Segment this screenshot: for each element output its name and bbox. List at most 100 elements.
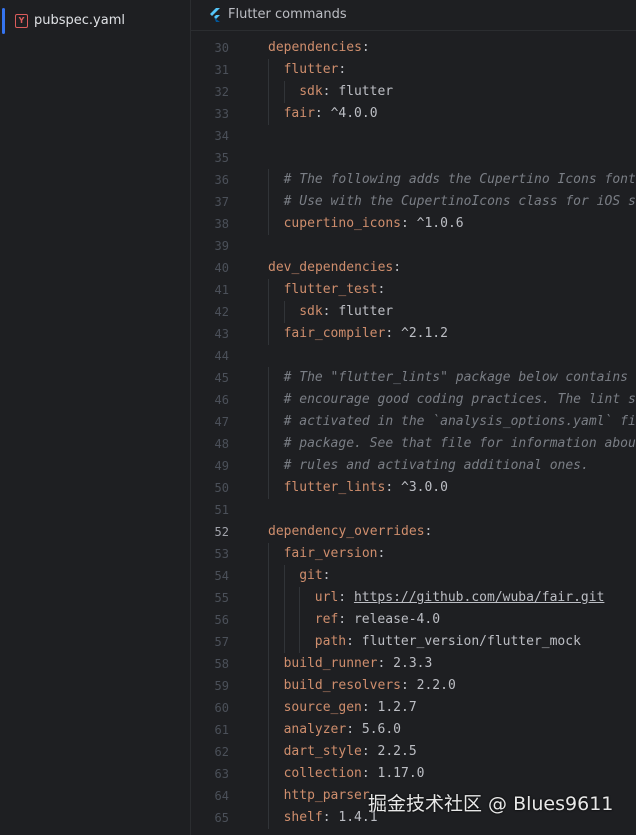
line-number: 50 [214, 481, 229, 495]
yaml-value: 5.6.0 [361, 722, 402, 737]
indent-guide [268, 631, 269, 653]
yaml-key: build_runner [283, 656, 378, 671]
line-number: 56 [214, 613, 229, 627]
comment-text: # The following adds the Cupertino Icons… [283, 172, 636, 187]
indent-guide [299, 631, 301, 653]
yaml-key: analyzer [283, 722, 347, 737]
code-line[interactable]: 59 build_resolvers: 2.2.0 [191, 675, 636, 697]
indent-guide [268, 653, 269, 675]
code-line[interactable]: 47 # activated in the `analysis_options.y… [191, 411, 636, 433]
code-line[interactable]: 31 flutter: [191, 59, 636, 81]
code-line[interactable]: 38 cupertino_icons: ^1.0.6 [191, 213, 636, 235]
yaml-entry: flutter_test: [283, 282, 386, 297]
yaml-key: dart_style [283, 744, 362, 759]
indent-guide [283, 631, 285, 653]
comment-text: # encourage good coding practices. The l… [283, 392, 636, 407]
indent-guide [299, 609, 301, 631]
flutter-commands-label[interactable]: Flutter commands [228, 7, 347, 22]
line-number: 42 [214, 305, 229, 319]
indent-guide [268, 543, 269, 565]
code-line[interactable]: 48 # package. See that file for informati… [191, 433, 636, 455]
code-line[interactable]: 30 dependencies: [191, 37, 636, 59]
code-line[interactable]: 53 fair_version: [191, 543, 636, 565]
code-line[interactable]: 54 git: [191, 565, 636, 587]
code-line[interactable]: 32 sdk: flutter [191, 81, 636, 103]
code-line[interactable]: 43 fair_compiler: ^2.1.2 [191, 323, 636, 345]
yaml-entry: dev_dependencies: [268, 260, 402, 275]
code-lines[interactable]: 30 dependencies: 31 flutter: 32 sdk: flutter 3… [191, 37, 636, 829]
yaml-entry: fair_version: [283, 546, 386, 561]
line-number: 44 [214, 349, 229, 363]
code-line[interactable]: 62 dart_style: 2.2.5 [191, 741, 636, 763]
code-line[interactable]: 37 # Use with the CupertinoIcons class fo… [191, 191, 636, 213]
yaml-key: fair_version [283, 546, 378, 561]
code-line[interactable]: 56 ref: release-4.0 [191, 609, 636, 631]
code-line[interactable]: 35 [191, 147, 636, 169]
line-number: 60 [214, 701, 229, 715]
line-number: 64 [214, 789, 229, 803]
line-number: 35 [214, 151, 229, 165]
code-line[interactable]: 63 collection: 1.17.0 [191, 763, 636, 785]
code-line[interactable]: 55 url: https://github.com/wuba/fair.git [191, 587, 636, 609]
line-number: 57 [214, 635, 229, 649]
code-line[interactable]: 45 # The "flutter_lints" package below co… [191, 367, 636, 389]
yaml-entry: cupertino_icons: ^1.0.6 [283, 216, 464, 231]
line-number: 58 [214, 657, 229, 671]
code-line[interactable]: 49 # rules and activating additional ones… [191, 455, 636, 477]
yaml-value: 1.2.7 [377, 700, 417, 715]
file-item-pubspec[interactable]: Y pubspec.yaml [0, 8, 189, 34]
indent-guide [268, 389, 269, 411]
line-number: 36 [214, 173, 229, 187]
code-line[interactable]: 42 sdk: flutter [191, 301, 636, 323]
indent-guide [268, 323, 269, 345]
yaml-key: fair [283, 106, 315, 121]
line-number: 31 [214, 63, 229, 77]
code-line[interactable]: 39 [191, 235, 636, 257]
comment-text: # Use with the CupertinoIcons class for … [283, 194, 636, 209]
yaml-url-link[interactable]: https://github.com/wuba/fair.git [354, 590, 604, 605]
indent-guide [268, 565, 269, 587]
code-line[interactable]: 52 dependency_overrides: [191, 521, 636, 543]
yaml-entry: fair: ^4.0.0 [283, 106, 378, 121]
line-number: 53 [214, 547, 229, 561]
code-editor[interactable]: Flutter commands 30 dependencies: 31 flutte… [191, 0, 636, 835]
code-line[interactable]: 44 [191, 345, 636, 367]
code-line[interactable]: 61 analyzer: 5.6.0 [191, 719, 636, 741]
project-sidebar: Y pubspec.yaml [0, 0, 191, 835]
yaml-entry: analyzer: 5.6.0 [283, 722, 402, 737]
line-number: 61 [214, 723, 229, 737]
code-line[interactable]: 33 fair: ^4.0.0 [191, 103, 636, 125]
line-number: 51 [214, 503, 229, 517]
code-line[interactable]: 41 flutter_test: [191, 279, 636, 301]
line-number: 41 [214, 283, 229, 297]
indent-guide [268, 213, 269, 235]
indent-guide [268, 367, 269, 389]
yaml-entry: source_gen: 1.2.7 [283, 700, 417, 715]
yaml-entry: collection: 1.17.0 [283, 766, 425, 781]
line-number: 40 [214, 261, 229, 275]
yaml-entry: dependency_overrides: [268, 524, 433, 539]
yaml-key: git [299, 568, 323, 583]
yaml-key: cupertino_icons [283, 216, 401, 231]
code-line[interactable]: 51 [191, 499, 636, 521]
yaml-entry: build_runner: 2.3.3 [283, 656, 433, 671]
code-line[interactable]: 34 [191, 125, 636, 147]
yaml-entry: sdk: flutter [299, 304, 394, 319]
line-number: 37 [214, 195, 229, 209]
code-line[interactable]: 60 source_gen: 1.2.7 [191, 697, 636, 719]
code-line[interactable]: 36 # The following adds the Cupertino Ico… [191, 169, 636, 191]
code-line[interactable]: 57 path: flutter_version/flutter_mock [191, 631, 636, 653]
code-line[interactable]: 40 dev_dependencies: [191, 257, 636, 279]
yaml-key: dependency_overrides [268, 524, 425, 539]
yaml-entry: url: https://github.com/wuba/fair.git [314, 590, 605, 605]
code-line[interactable]: 46 # encourage good coding practices. The… [191, 389, 636, 411]
yaml-key: build_resolvers [283, 678, 401, 693]
code-line[interactable]: 58 build_runner: 2.3.3 [191, 653, 636, 675]
indent-guide [283, 587, 285, 609]
code-line[interactable]: 50 flutter_lints: ^3.0.0 [191, 477, 636, 499]
yaml-value: flutter [338, 304, 394, 319]
comment-text: # package. See that file for information… [283, 436, 636, 451]
flutter-commands-bar[interactable]: Flutter commands [191, 0, 636, 31]
yaml-entry: fair_compiler: ^2.1.2 [283, 326, 448, 341]
line-number: 48 [214, 437, 229, 451]
